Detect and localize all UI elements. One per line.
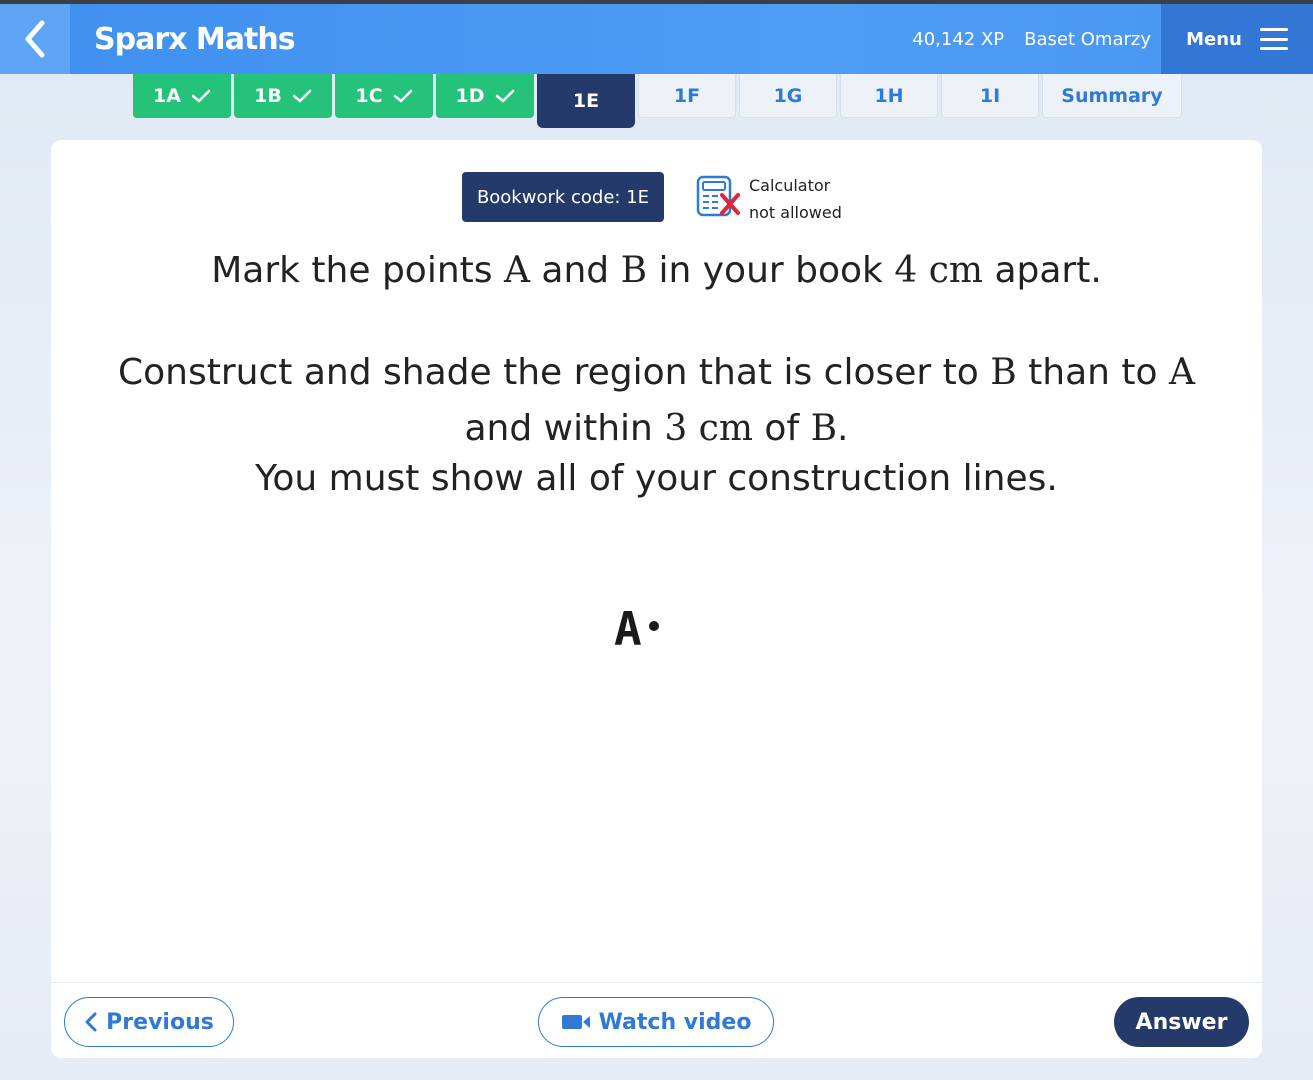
question-line-4: You must show all of your construction l… [255, 458, 1058, 499]
watch-video-button[interactable]: Watch video [538, 997, 774, 1047]
tab-1b[interactable]: 1B [234, 74, 332, 118]
video-camera-icon [561, 1015, 590, 1029]
check-icon [393, 89, 412, 103]
tab-1g[interactable]: 1G [739, 74, 837, 118]
calculator-notice: Calculator not allowed [749, 176, 842, 222]
question-line-2: Construct and shade the region that is c… [118, 352, 1195, 393]
tab-1i[interactable]: 1I [941, 74, 1039, 118]
tab-summary[interactable]: Summary [1042, 74, 1182, 118]
question-card: Bookwork code: 1E Calculator not allowed… [51, 140, 1262, 1058]
chevron-left-icon [25, 20, 45, 58]
question-line-1: Mark the points A and B in your book 4 c… [211, 250, 1102, 291]
hamburger-icon [1259, 28, 1288, 50]
brand-logo: Sparx Maths [94, 21, 296, 57]
tab-1f[interactable]: 1F [638, 74, 736, 118]
user-name: Baset Omarzy [1024, 28, 1151, 50]
point-a-dot [649, 621, 659, 631]
header-right: 40,142 XP Baset Omarzy Menu [912, 4, 1313, 74]
menu-label: Menu [1186, 28, 1242, 50]
previous-button[interactable]: Previous [64, 997, 234, 1047]
tab-1c[interactable]: 1C [335, 74, 433, 118]
question-line-3: and within 3 cm of B. [464, 408, 849, 449]
tab-1e[interactable]: 1E [537, 74, 635, 128]
tab-1a[interactable]: 1A [133, 74, 231, 118]
bookwork-code: Bookwork code: 1E [462, 172, 664, 222]
point-a-label: A [614, 602, 642, 656]
check-icon [292, 89, 312, 103]
tab-1h[interactable]: 1H [840, 74, 938, 118]
answer-button[interactable]: Answer [1114, 997, 1249, 1047]
footer-divider [51, 982, 1262, 983]
chevron-left-icon [85, 1012, 97, 1032]
tab-1d[interactable]: 1D [436, 74, 534, 118]
menu-button[interactable]: Menu [1161, 4, 1313, 74]
xp-counter: 40,142 XP [912, 28, 1005, 50]
task-tabs: 1A 1B 1C 1D 1E 1F 1G 1H 1I Summary [133, 74, 1185, 128]
back-button[interactable] [0, 4, 70, 74]
top-bar: Sparx Maths 40,142 XP Baset Omarzy Menu [0, 4, 1313, 74]
calculator-not-allowed-icon [696, 175, 740, 217]
check-icon [495, 89, 514, 103]
check-icon [191, 89, 211, 103]
